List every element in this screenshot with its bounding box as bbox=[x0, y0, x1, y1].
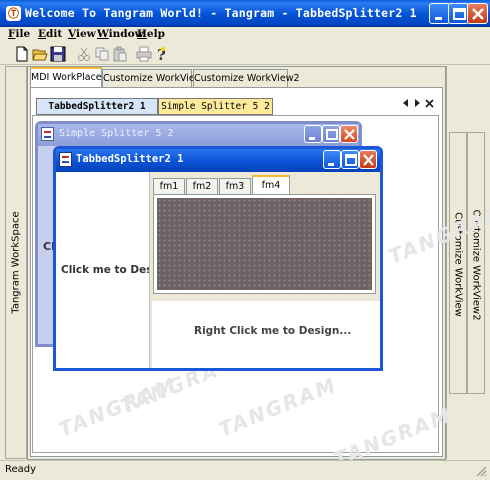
right-dock-bar: Customize WorkView Customize WorkView2 bbox=[446, 66, 486, 459]
child-title-bar[interactable]: Simple Splitter 5 2 bbox=[38, 124, 359, 146]
maximize-button[interactable] bbox=[448, 3, 469, 24]
close-button[interactable] bbox=[359, 150, 377, 169]
copy-icon[interactable] bbox=[94, 46, 110, 62]
toolbar: ? bbox=[0, 43, 490, 65]
left-pane-text: Click me to Des bbox=[61, 264, 153, 276]
workspace-bar[interactable]: Tangram WorkSpace bbox=[5, 66, 27, 459]
menu-file[interactable]: File bbox=[8, 28, 30, 40]
design-grid-pane[interactable] bbox=[157, 198, 372, 290]
paste-icon[interactable] bbox=[112, 46, 128, 62]
maximize-button[interactable] bbox=[341, 150, 359, 169]
resize-grip-icon[interactable] bbox=[475, 465, 487, 477]
tabbed-splitter-window[interactable]: TabbedSplitter2 1 Click me to Des fm1 fm… bbox=[53, 146, 383, 371]
menu-edit[interactable]: Edit bbox=[38, 28, 62, 40]
menu-bar: File Edit View Window Help bbox=[0, 27, 490, 43]
tab-fm3[interactable]: fm3 bbox=[219, 178, 251, 194]
status-text: Ready bbox=[5, 464, 37, 475]
child-title-bar[interactable]: TabbedSplitter2 1 bbox=[56, 149, 380, 172]
tab-tabbedsplitter2[interactable]: TabbedSplitter2 1 bbox=[36, 98, 158, 115]
menu-help[interactable]: Help bbox=[137, 28, 165, 40]
print-icon[interactable] bbox=[136, 46, 152, 62]
tab-customize-workview2[interactable]: Customize WorkView2 bbox=[193, 69, 300, 87]
minimize-button[interactable] bbox=[304, 125, 322, 143]
menu-view[interactable]: View bbox=[68, 28, 96, 40]
bottom-pane-text: Right Click me to Design... bbox=[194, 325, 352, 337]
cut-icon[interactable] bbox=[76, 46, 92, 62]
minimize-button[interactable] bbox=[429, 3, 450, 24]
app-icon[interactable]: Ⓣ bbox=[6, 6, 21, 21]
title-bar[interactable]: Ⓣ Welcome To Tangram World! - Tangram - … bbox=[0, 0, 490, 27]
tab-fm4[interactable]: fm4 bbox=[252, 175, 290, 195]
new-icon[interactable] bbox=[14, 46, 30, 62]
tab-simple-splitter[interactable]: Simple Splitter 5 2 bbox=[158, 98, 273, 115]
document-icon[interactable] bbox=[59, 152, 72, 167]
left-pane[interactable]: Click me to Des bbox=[56, 172, 153, 368]
tab-customize-workview[interactable]: Customize WorkView bbox=[102, 69, 203, 87]
workspace-label[interactable]: Tangram WorkSpace bbox=[11, 173, 22, 353]
save-icon[interactable] bbox=[50, 46, 66, 62]
tab-prev-icon[interactable] bbox=[402, 98, 410, 111]
close-button[interactable] bbox=[340, 125, 358, 143]
tab-close-icon[interactable] bbox=[425, 98, 434, 111]
open-icon[interactable] bbox=[32, 46, 48, 62]
document-icon[interactable] bbox=[41, 127, 54, 141]
minimize-button[interactable] bbox=[323, 150, 341, 169]
child-window-title: TabbedSplitter2 1 bbox=[76, 153, 184, 165]
tab-fm1[interactable]: fm1 bbox=[153, 178, 185, 194]
tab-content bbox=[153, 194, 376, 294]
tab-mdi-workplace[interactable]: MDI WorkPlace bbox=[30, 67, 102, 88]
help-icon[interactable]: ? bbox=[154, 46, 170, 62]
tab-fm2[interactable]: fm2 bbox=[186, 178, 218, 194]
tab-pane: fm1 fm2 fm3 fm4 bbox=[152, 172, 380, 296]
bottom-pane[interactable]: Right Click me to Design... bbox=[152, 301, 380, 368]
child-window-title: Simple Splitter 5 2 bbox=[59, 128, 174, 139]
status-bar: Ready bbox=[0, 460, 490, 480]
maximize-button[interactable] bbox=[322, 125, 340, 143]
close-button[interactable] bbox=[467, 3, 488, 24]
tab-next-icon[interactable] bbox=[413, 98, 421, 111]
window-title: Welcome To Tangram World! - Tangram - Ta… bbox=[25, 6, 417, 20]
